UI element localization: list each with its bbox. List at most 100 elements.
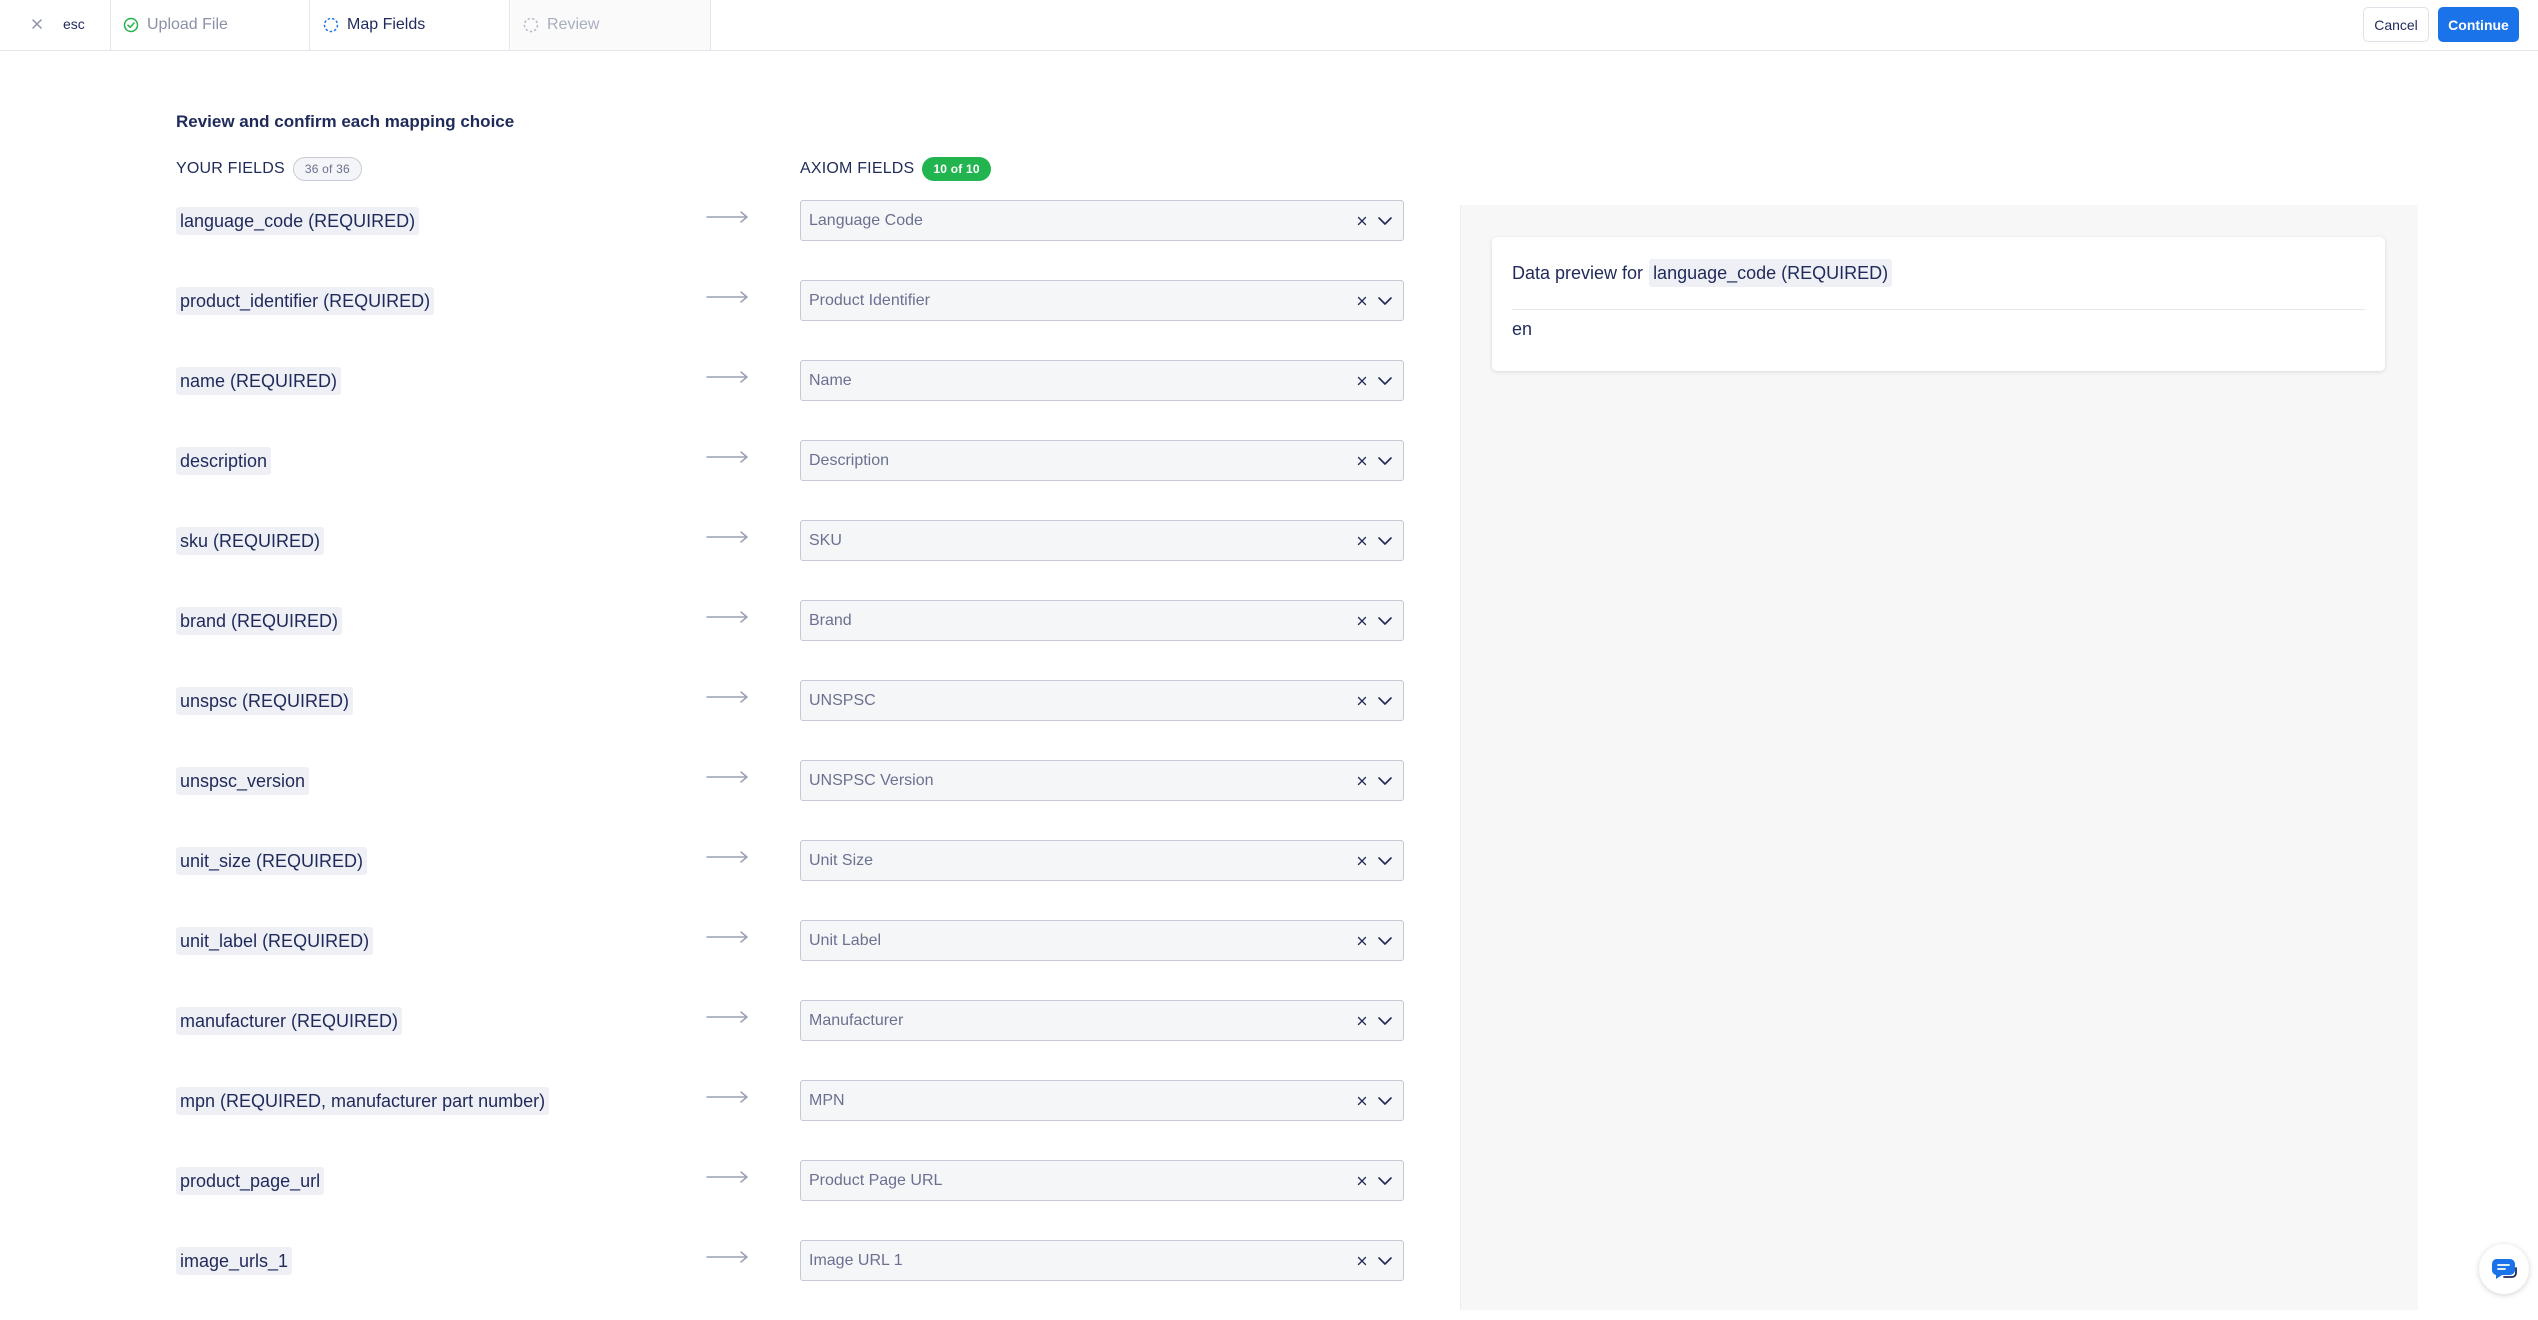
chevron-down-icon[interactable] — [1377, 536, 1393, 546]
mapping-list: language_code (REQUIRED) Language Code p… — [0, 200, 1420, 1320]
source-field: language_code (REQUIRED) — [176, 207, 420, 235]
chevron-down-icon[interactable] — [1377, 216, 1393, 226]
source-field: unspsc_version — [176, 767, 310, 795]
step-label: Map Fields — [347, 16, 426, 33]
dashed-circle-icon — [323, 17, 339, 33]
escape-label: esc — [63, 16, 85, 32]
chat-button[interactable] — [2479, 1244, 2529, 1294]
target-field-select[interactable]: Language Code — [800, 200, 1404, 241]
target-field-select[interactable]: Name — [800, 360, 1404, 401]
escape-button[interactable]: esc — [0, 0, 111, 50]
step-upload-file[interactable]: Upload File — [111, 0, 310, 50]
select-value: SKU — [809, 531, 842, 549]
target-field-select[interactable]: UNSPSC Version — [800, 760, 1404, 801]
your-fields-label: YOUR FIELDS — [176, 160, 285, 177]
mapping-row: sku (REQUIRED) SKU — [0, 520, 1420, 600]
target-field-select[interactable]: Manufacturer — [800, 1000, 1404, 1041]
target-field-select[interactable]: Product Identifier — [800, 280, 1404, 321]
dashed-circle-icon — [523, 17, 539, 33]
chevron-down-icon[interactable] — [1377, 616, 1393, 626]
clear-icon[interactable] — [1355, 1254, 1369, 1268]
clear-icon[interactable] — [1355, 694, 1369, 708]
step-map-fields[interactable]: Map Fields — [311, 0, 510, 50]
mapping-row: brand (REQUIRED) Brand — [0, 600, 1420, 680]
chevron-down-icon[interactable] — [1377, 856, 1393, 866]
divider — [1512, 309, 2365, 310]
long-arrow-right-icon — [706, 611, 748, 623]
clear-icon[interactable] — [1355, 854, 1369, 868]
select-value: Unit Size — [809, 851, 874, 869]
clear-icon[interactable] — [1355, 1174, 1369, 1188]
clear-icon[interactable] — [1355, 294, 1369, 308]
chevron-down-icon[interactable] — [1377, 936, 1393, 946]
close-icon[interactable] — [29, 16, 45, 32]
clear-icon[interactable] — [1355, 774, 1369, 788]
mapping-row: product_page_url Product Page URL — [0, 1160, 1420, 1240]
mapping-row: unit_label (REQUIRED) Unit Label — [0, 920, 1420, 1000]
chevron-down-icon[interactable] — [1377, 696, 1393, 706]
clear-icon[interactable] — [1355, 934, 1369, 948]
long-arrow-right-icon — [706, 211, 748, 223]
mapping-row: manufacturer (REQUIRED) Manufacturer — [0, 1000, 1420, 1080]
chevron-down-icon[interactable] — [1377, 1176, 1393, 1186]
long-arrow-right-icon — [706, 291, 748, 303]
data-preview-card: Data preview for language_code (REQUIRED… — [1492, 237, 2385, 371]
target-field-select[interactable]: Image URL 1 — [800, 1240, 1404, 1281]
target-field-select[interactable]: Unit Size — [800, 840, 1404, 881]
source-field: unspsc (REQUIRED) — [176, 687, 354, 715]
source-field: mpn (REQUIRED, manufacturer part number) — [176, 1087, 550, 1115]
target-field-select[interactable]: MPN — [800, 1080, 1404, 1121]
target-field-select[interactable]: SKU — [800, 520, 1404, 561]
clear-icon[interactable] — [1355, 534, 1369, 548]
long-arrow-right-icon — [706, 851, 748, 863]
chevron-down-icon[interactable] — [1377, 376, 1393, 386]
target-field-select[interactable]: Brand — [800, 600, 1404, 641]
your-fields-count-badge: 36 of 36 — [292, 157, 362, 181]
long-arrow-right-icon — [706, 1091, 748, 1103]
target-field-select[interactable]: Product Page URL — [800, 1160, 1404, 1201]
source-field: unit_size (REQUIRED) — [176, 847, 368, 875]
chevron-down-icon[interactable] — [1377, 1096, 1393, 1106]
long-arrow-right-icon — [706, 771, 748, 783]
continue-button[interactable]: Continue — [2438, 7, 2519, 42]
long-arrow-right-icon — [706, 1171, 748, 1183]
source-field: product_page_url — [176, 1167, 325, 1195]
clear-icon[interactable] — [1355, 214, 1369, 228]
select-value: Product Page URL — [809, 1171, 943, 1189]
data-preview-title: Data preview for language_code (REQUIRED… — [1512, 259, 1893, 287]
select-value: Brand — [809, 611, 852, 629]
clear-icon[interactable] — [1355, 1094, 1369, 1108]
chevron-down-icon[interactable] — [1377, 456, 1393, 466]
clear-icon[interactable] — [1355, 1014, 1369, 1028]
top-bar: esc Upload File Map Fields Review Cancel… — [0, 0, 2538, 51]
target-field-select[interactable]: Description — [800, 440, 1404, 481]
chevron-down-icon[interactable] — [1377, 1256, 1393, 1266]
clear-icon[interactable] — [1355, 374, 1369, 388]
chevron-down-icon[interactable] — [1377, 296, 1393, 306]
mapping-row: unit_size (REQUIRED) Unit Size — [0, 840, 1420, 920]
axiom-fields-heading: AXIOM FIELDS 10 of 10 — [800, 157, 991, 181]
long-arrow-right-icon — [706, 691, 748, 703]
mapping-row: mpn (REQUIRED, manufacturer part number)… — [0, 1080, 1420, 1160]
select-value: MPN — [809, 1091, 845, 1109]
source-field: product_identifier (REQUIRED) — [176, 287, 435, 315]
step-review[interactable]: Review — [511, 0, 711, 50]
long-arrow-right-icon — [706, 931, 748, 943]
chevron-down-icon[interactable] — [1377, 1016, 1393, 1026]
your-fields-heading: YOUR FIELDS 36 of 36 — [176, 157, 362, 181]
source-field: name (REQUIRED) — [176, 367, 342, 395]
long-arrow-right-icon — [706, 1011, 748, 1023]
clear-icon[interactable] — [1355, 454, 1369, 468]
clear-icon[interactable] — [1355, 614, 1369, 628]
target-field-select[interactable]: UNSPSC — [800, 680, 1404, 721]
source-field: description — [176, 447, 272, 475]
mapping-row: language_code (REQUIRED) Language Code — [0, 200, 1420, 280]
cancel-button[interactable]: Cancel — [2363, 7, 2429, 42]
mapping-row: product_identifier (REQUIRED) Product Id… — [0, 280, 1420, 360]
chevron-down-icon[interactable] — [1377, 776, 1393, 786]
data-preview-value: en — [1512, 319, 1533, 339]
target-field-select[interactable]: Unit Label — [800, 920, 1404, 961]
step-label: Review — [547, 16, 600, 33]
source-field: image_urls_1 — [176, 1247, 293, 1275]
check-circle-icon — [123, 17, 139, 33]
